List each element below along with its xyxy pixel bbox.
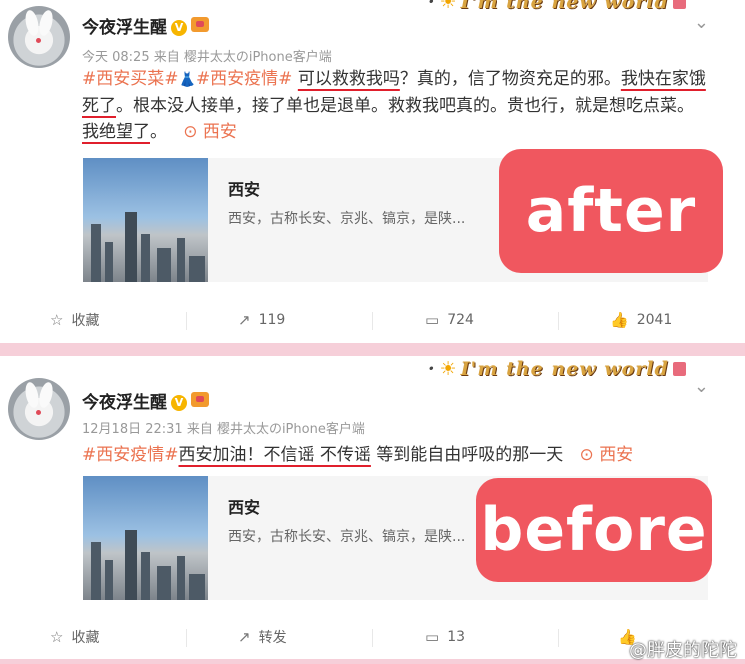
hashtag-emoji-icon: 👗 bbox=[178, 72, 196, 88]
favorite-button[interactable]: ☆ 收藏 bbox=[50, 298, 99, 342]
link-card-title: 西安 bbox=[228, 180, 261, 199]
repost-icon: ↗ bbox=[238, 311, 251, 329]
decoration-badge: · ☀ I'm the new world bbox=[428, 358, 686, 380]
star-icon: ☆ bbox=[50, 311, 64, 329]
decoration-badge: · ☀ I'm the new world bbox=[428, 0, 686, 13]
thumbs-up-icon: 👍 bbox=[610, 311, 629, 329]
post-meta: 今天 08:25 来自 樱井太太のiPhone客户端 bbox=[82, 50, 332, 65]
post-card-before: 今夜浮生醒 V · ☀ I'm the new world ⌄ 12月18日 22:3… bbox=[0, 356, 745, 659]
star-icon: ☆ bbox=[50, 628, 64, 646]
hashtag-link[interactable]: #西安买菜# bbox=[82, 69, 179, 89]
member-crown-icon bbox=[191, 17, 209, 32]
favorite-button[interactable]: ☆ 收藏 bbox=[50, 615, 99, 659]
before-label: before bbox=[476, 478, 712, 582]
bag-icon bbox=[672, 362, 686, 376]
comment-icon: ▭ bbox=[425, 628, 440, 646]
bag-icon bbox=[672, 0, 686, 9]
repost-button[interactable]: ↗ 119 bbox=[238, 298, 285, 342]
hashtag-link[interactable]: #西安疫情# bbox=[82, 445, 179, 465]
repost-button[interactable]: ↗ 转发 bbox=[238, 615, 287, 659]
hashtag-link[interactable]: #西安疫情# bbox=[196, 69, 293, 89]
link-card-desc: 西安，古称长安、京兆、镐京，是陕... bbox=[228, 529, 466, 545]
action-bar: ☆ 收藏 ↗ 119 ▭ 724 👍 2041 bbox=[0, 298, 745, 342]
link-card-title: 西安 bbox=[228, 498, 261, 517]
comment-button[interactable]: ▭ 724 bbox=[425, 298, 474, 342]
city-thumbnail bbox=[83, 158, 208, 282]
comment-button[interactable]: ▭ 13 bbox=[425, 615, 465, 659]
chevron-down-icon[interactable]: ⌄ bbox=[694, 12, 709, 33]
chevron-down-icon[interactable]: ⌄ bbox=[694, 376, 709, 397]
user-name[interactable]: 今夜浮生醒 V bbox=[82, 388, 209, 413]
user-name[interactable]: 今夜浮生醒 V bbox=[82, 13, 209, 38]
member-crown-icon bbox=[191, 392, 209, 407]
city-thumbnail bbox=[83, 476, 208, 600]
post-text: #西安买菜#👗#西安疫情# 可以救救我吗？真的，信了物资充足的邪。我快在家饿死了… bbox=[82, 69, 706, 142]
location-link[interactable]: ⊙ 西安 bbox=[569, 445, 634, 465]
verified-badge-icon: V bbox=[171, 20, 187, 36]
like-button[interactable]: 👍 2041 bbox=[610, 298, 672, 342]
comment-icon: ▭ bbox=[425, 311, 440, 329]
post-text: #西安疫情#西安加油！不信谣 不传谣 等到能自由呼吸的那一天 ⊙ 西安 bbox=[82, 445, 634, 465]
after-label: after bbox=[499, 149, 723, 273]
link-card-desc: 西安，古称长安、京兆、镐京，是陕... bbox=[228, 211, 466, 227]
location-link[interactable]: ⊙ 西安 bbox=[172, 122, 237, 142]
repost-icon: ↗ bbox=[238, 628, 251, 646]
post-card-after: 今夜浮生醒 V · ☀ I'm the new world ⌄ 今天 08:25 来自… bbox=[0, 0, 745, 343]
avatar[interactable] bbox=[8, 378, 70, 440]
post-meta: 12月18日 22:31 来自 樱井太太のiPhone客户端 bbox=[82, 422, 365, 437]
watermark: @胖皮的陀陀 bbox=[629, 640, 737, 661]
verified-badge-icon: V bbox=[171, 395, 187, 411]
avatar[interactable] bbox=[8, 6, 70, 68]
